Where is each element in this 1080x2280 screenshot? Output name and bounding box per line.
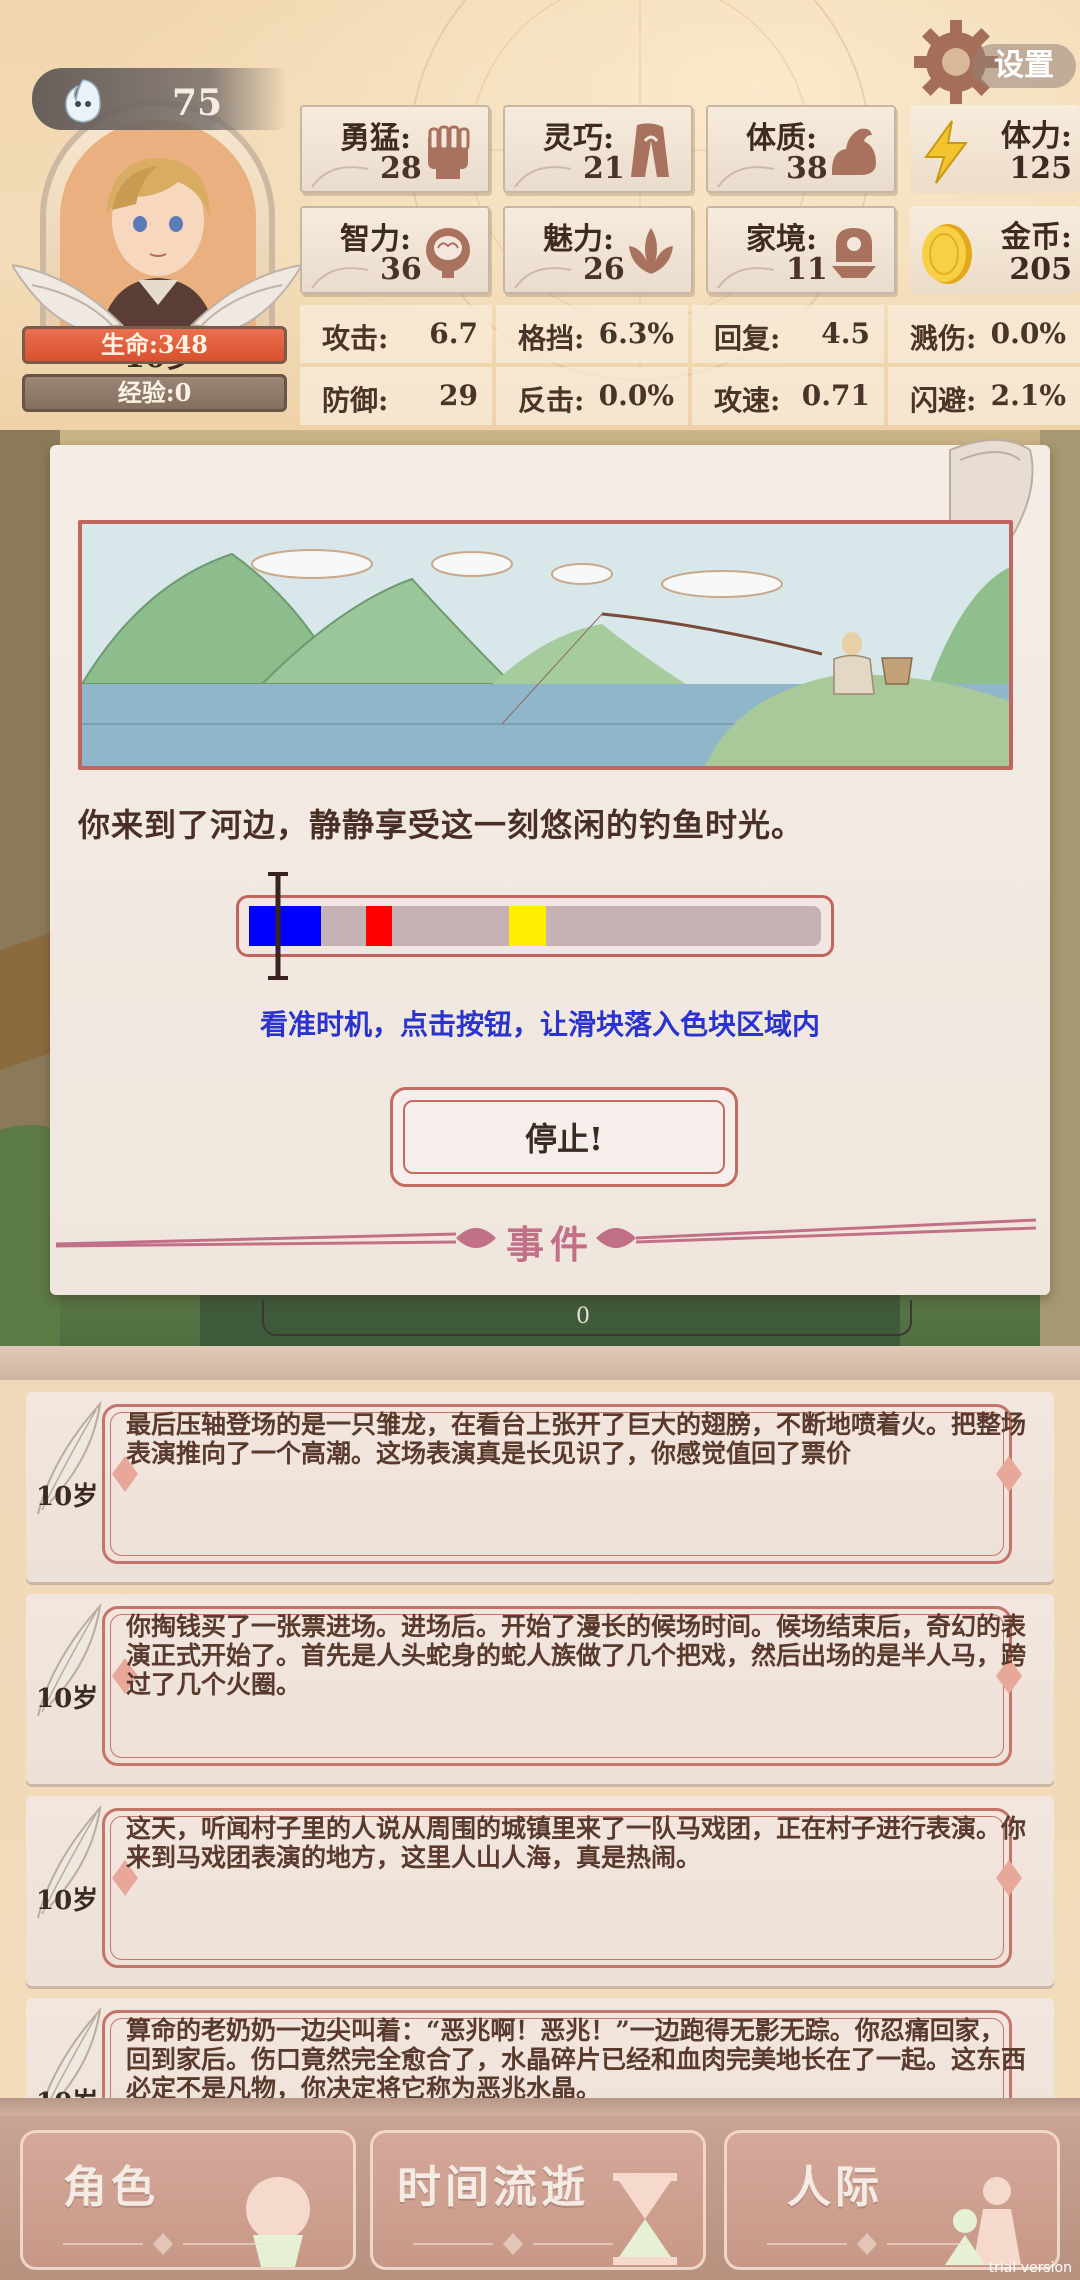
- log-entry: 10岁 算命的老奶奶一边尖叫着：“恶兆啊！恶兆！”一边跑得无影无踪。你忍痛回家，…: [26, 1998, 1054, 2100]
- slider-bar: [249, 906, 821, 946]
- brain-icon: [426, 228, 470, 278]
- stat-charm[interactable]: 魅力: 26: [503, 206, 693, 294]
- stat-agility[interactable]: 灵巧: 21: [503, 105, 693, 193]
- nav-social-label: 人际: [787, 2162, 883, 2213]
- gold-display: 金币: 205: [910, 206, 1080, 294]
- combat-attack: 攻击: 6.7: [300, 305, 492, 363]
- log-text: 你掏钱买了一张票进场。进场后。开始了漫长的候场时间。候场结束后，奇幻的表演正式开…: [126, 1612, 1027, 1699]
- stat-intelligence[interactable]: 智力: 36: [300, 206, 490, 294]
- event-banner-title: 事件: [506, 1222, 595, 1267]
- slider-handle: [267, 872, 288, 980]
- event-banner: 事件: [55, 1208, 1037, 1268]
- combat-dodge: 闪避: 2.1%: [888, 367, 1080, 425]
- combat-splash: 溅伤: 0.0%: [888, 305, 1080, 363]
- status-panel: 75 10岁 生命:348 经验:0 勇猛: 28 灵巧: 21 体质: 38: [0, 0, 1080, 430]
- event-log[interactable]: 10岁 最后压轴登场的是一只雏龙，在看台上张开了巨大的翅膀，不断地喷着火。把整场…: [0, 1380, 1080, 2100]
- hp-bar: 生命:348: [22, 326, 287, 364]
- log-age: 10岁: [36, 1886, 99, 1916]
- nav-character-label: 角色: [63, 2162, 159, 2213]
- fist-icon: [428, 125, 470, 179]
- log-age: 10岁: [36, 1684, 99, 1714]
- nav-divider: [0, 2098, 1080, 2118]
- stat-constitution[interactable]: 体质: 38: [706, 105, 896, 193]
- timing-hint: 看准时机，点击按钮，让滑块落入色块区域内: [259, 1008, 820, 1041]
- log-text: 这天，听闻村子里的人说从周围的城镇里来了一队马戏团，正在村子进行表演。你来到马戏…: [126, 1814, 1027, 1872]
- xp-bar: 经验:0: [22, 374, 287, 412]
- hourglass-icon: [613, 2173, 677, 2265]
- bottom-nav: 角色 时间流逝 人际 trial version: [0, 2116, 1080, 2280]
- event-description: 你来到了河边，静静享受这一刻悠闲的钓鱼时光。: [78, 806, 805, 844]
- log-entry: 10岁 你掏钱买了一张票进场。进场后。开始了漫长的候场时间。候场结束后，奇幻的表…: [26, 1594, 1054, 1784]
- coin-icon: [922, 224, 972, 284]
- lotus-icon: [629, 228, 673, 274]
- log-entry: 10岁 最后压轴登场的是一只雏龙，在看台上张开了巨大的翅膀，不断地喷着火。把整场…: [26, 1392, 1054, 1582]
- combat-block: 格挡: 6.3%: [496, 305, 688, 363]
- log-entry: 10岁 这天，听闻村子里的人说从周围的城镇里来了一队马戏团，正在村子进行表演。你…: [26, 1796, 1054, 1986]
- ghost-icon: [65, 79, 101, 123]
- house-icon: [832, 228, 876, 278]
- settings-button[interactable]: 设置: [912, 14, 1078, 120]
- timing-slider: [236, 895, 834, 957]
- log-age: 10岁: [36, 1482, 99, 1512]
- combat-regen: 回复: 4.5: [692, 305, 884, 363]
- nav-character-button[interactable]: 角色: [20, 2130, 356, 2270]
- lightning-icon: [924, 120, 968, 184]
- stat-family[interactable]: 家境: 11: [706, 206, 896, 294]
- fishing-scene-image: [78, 520, 1013, 770]
- nav-time-label: 时间流逝: [397, 2162, 589, 2213]
- combat-defense: 防御: 29: [300, 367, 492, 425]
- nav-social-button[interactable]: 人际: [724, 2130, 1060, 2270]
- cloth-icon: [631, 123, 669, 177]
- stat-bravery[interactable]: 勇猛: 28: [300, 105, 490, 193]
- avatar[interactable]: 75 10岁: [12, 60, 302, 375]
- stop-button-label: 停止!: [403, 1100, 725, 1174]
- soul-badge: 75: [32, 68, 287, 130]
- target-zone: [509, 906, 547, 946]
- settings-label: 设置: [972, 44, 1076, 88]
- combat-counter: 反击: 0.0%: [496, 367, 688, 425]
- log-text: 算命的老奶奶一边尖叫着：“恶兆啊！恶兆！”一边跑得无影无踪。你忍痛回家，回到家后…: [126, 2016, 1027, 2100]
- log-text: 最后压轴登场的是一只雏龙，在看台上张开了巨大的翅膀，不断地喷着火。把整场表演推向…: [126, 1410, 1027, 1468]
- soul-value: 75: [172, 82, 223, 124]
- watermark: trial version: [988, 2260, 1072, 2276]
- event-progress: 0: [262, 1300, 912, 1336]
- muscle-icon: [832, 128, 876, 175]
- stop-button[interactable]: 停止!: [390, 1087, 738, 1187]
- target-zone: [366, 906, 392, 946]
- section-divider: [0, 1346, 1080, 1380]
- combat-speed: 攻速: 0.71: [692, 367, 884, 425]
- combat-stats: 攻击: 6.7 格挡: 6.3% 回复: 4.5 溅伤: 0.0% 防御: 29…: [300, 305, 1080, 429]
- nav-time-button[interactable]: 时间流逝: [370, 2130, 706, 2270]
